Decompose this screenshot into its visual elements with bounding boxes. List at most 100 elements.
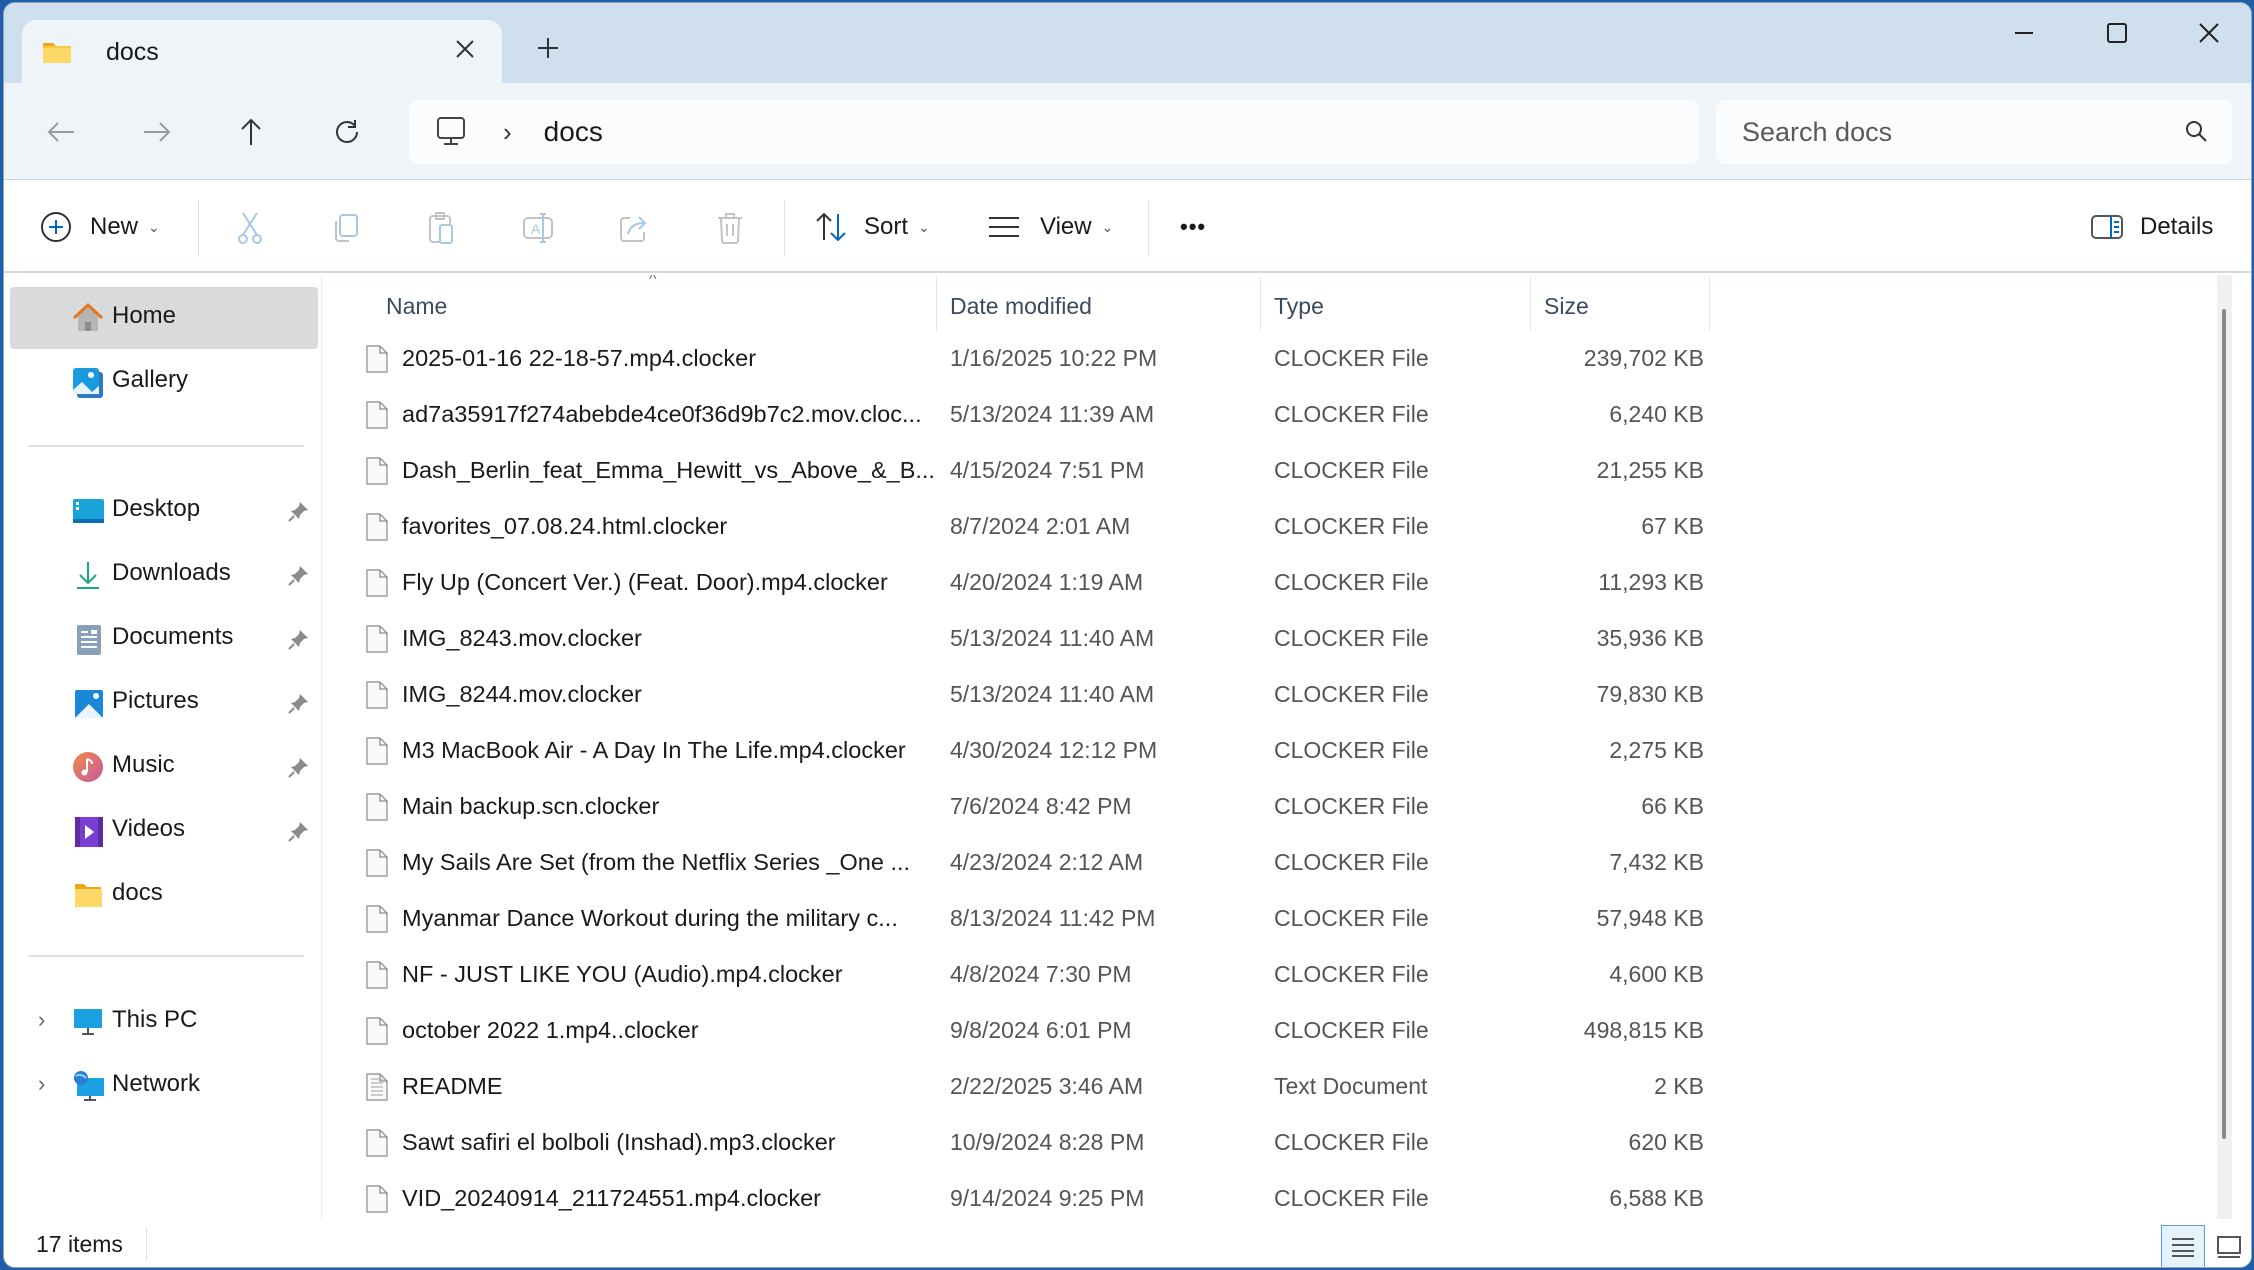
sidebar-item-desktop[interactable]: Desktop	[10, 480, 318, 542]
file-name: Dash_Berlin_feat_Emma_Hewitt_vs_Above_&_…	[402, 457, 935, 483]
divider	[28, 955, 304, 957]
copy-button[interactable]	[328, 210, 364, 246]
forward-button[interactable]	[132, 107, 182, 157]
expand-chevron-icon[interactable]: ›	[38, 1071, 45, 1097]
file-row[interactable]: Main backup.scn.clocker 7/6/2024 8:42 PM C…	[324, 779, 1714, 835]
column-header-type[interactable]: Type	[1274, 275, 1324, 337]
file-row[interactable]: My Sails Are Set (from the Netflix Serie…	[324, 835, 1714, 891]
breadcrumb-separator[interactable]: ›	[503, 117, 512, 148]
file-row[interactable]: VID_20240914_211724551.mp4.clocker 9/14/2…	[324, 1171, 1714, 1219]
close-window-button[interactable]	[2179, 13, 2239, 53]
file-row[interactable]: NF - JUST LIKE YOU (Audio).mp4.clocker 4/…	[324, 947, 1714, 1003]
file-row[interactable]: IMG_8243.mov.clocker 5/13/2024 11:40 AM CL…	[324, 611, 1714, 667]
file-name: favorites_07.08.24.html.clocker	[402, 513, 728, 539]
delete-button[interactable]	[712, 210, 748, 246]
column-header-date[interactable]: Date modified	[950, 275, 1092, 337]
file-icon	[366, 737, 388, 765]
sidebar-item-this-pc[interactable]: › This PC	[10, 991, 318, 1053]
paste-icon	[429, 212, 453, 244]
rename-button[interactable]: A	[520, 210, 556, 246]
file-type: CLOCKER File	[1274, 345, 1429, 371]
file-row[interactable]: october 2022 1.mp4..clocker 9/8/2024 6:01…	[324, 1003, 1714, 1059]
column-resize-handle[interactable]	[1530, 277, 1531, 331]
sidebar-item-gallery[interactable]: Gallery	[10, 351, 318, 413]
breadcrumb-docs[interactable]: docs	[544, 116, 603, 148]
pin-icon[interactable]	[288, 756, 310, 778]
search-input[interactable]: Search docs	[1742, 117, 1892, 148]
file-icon	[366, 401, 388, 429]
sidebar-item-documents[interactable]: Documents	[10, 608, 318, 670]
sidebar-item-label: Music	[112, 751, 175, 778]
sidebar-item-pictures[interactable]: Pictures	[10, 672, 318, 734]
search-box[interactable]: Search docs	[1716, 100, 2232, 164]
file-row[interactable]: 2025-01-16 22-18-57.mp4.clocker 1/16/2025…	[324, 331, 1714, 387]
file-row[interactable]: Fly Up (Concert Ver.) (Feat. Door).mp4.c…	[324, 555, 1714, 611]
scrollbar-thumb[interactable]	[2222, 309, 2226, 1139]
file-icon	[366, 1185, 388, 1213]
pin-icon[interactable]	[288, 820, 310, 842]
column-header-name[interactable]: Name	[386, 275, 447, 337]
pin-icon[interactable]	[288, 628, 310, 650]
column-resize-handle[interactable]	[1260, 277, 1261, 331]
file-row[interactable]: Myanmar Dance Workout during the militar…	[324, 891, 1714, 947]
delete-icon	[718, 213, 742, 244]
file-date-modified: 5/13/2024 11:40 AM	[950, 625, 1155, 651]
arrow-up-icon	[241, 118, 261, 145]
more-options-button[interactable]: •••	[1180, 202, 1206, 252]
file-row[interactable]: Sawt safiri el bolboli (Inshad).mp3.cloc…	[324, 1115, 1714, 1171]
vertical-scrollbar[interactable]	[2217, 275, 2232, 1219]
close-tab-button[interactable]	[450, 36, 480, 66]
minimize-button[interactable]	[1994, 13, 2054, 53]
paste-button[interactable]	[424, 210, 460, 246]
sidebar-item-home[interactable]: Home	[10, 287, 318, 349]
large-icons-view-button[interactable]	[2207, 1225, 2251, 1267]
file-date-modified: 5/13/2024 11:39 AM	[950, 401, 1155, 427]
file-row[interactable]: IMG_8244.mov.clocker 5/13/2024 11:40 AM CL…	[324, 667, 1714, 723]
videos-icon	[75, 817, 103, 847]
details-view-button[interactable]	[2161, 1225, 2205, 1267]
pin-icon[interactable]	[288, 692, 310, 714]
details-pane-button[interactable]: Details	[2090, 202, 2213, 252]
details-label: Details	[2140, 213, 2214, 240]
sidebar-item-label: Pictures	[112, 687, 199, 714]
expand-chevron-icon[interactable]: ›	[38, 1007, 45, 1033]
sort-ascending-icon: ^	[649, 275, 657, 288]
refresh-button[interactable]	[322, 107, 372, 157]
tab-docs[interactable]: docs	[22, 20, 502, 84]
file-size: 57,948 KB	[1596, 905, 1704, 931]
file-row[interactable]: M3 MacBook Air - A Day In The Life.mp4.c…	[324, 723, 1714, 779]
file-name: M3 MacBook Air - A Day In The Life.mp4.c…	[402, 737, 906, 763]
view-button[interactable]: View ⌄	[988, 202, 1113, 252]
column-resize-handle[interactable]	[936, 277, 937, 331]
file-name: IMG_8244.mov.clocker	[402, 681, 642, 707]
address-bar[interactable]: › docs	[409, 100, 1699, 164]
column-resize-handle[interactable]	[1709, 277, 1710, 331]
sidebar-item-videos[interactable]: Videos	[10, 800, 318, 862]
status-bar: 17 items	[4, 1219, 2251, 1267]
column-header-size[interactable]: Size	[1544, 275, 1589, 337]
sidebar-item-network[interactable]: › Network	[10, 1055, 318, 1117]
back-button[interactable]	[36, 107, 86, 157]
share-button[interactable]	[616, 210, 652, 246]
cut-button[interactable]	[232, 210, 268, 246]
sidebar-item-downloads[interactable]: Downloads	[10, 544, 318, 606]
pin-icon[interactable]	[288, 564, 310, 586]
up-button[interactable]	[226, 107, 276, 157]
maximize-button[interactable]	[2087, 13, 2147, 53]
file-icon	[366, 681, 388, 709]
file-row[interactable]: README 2/22/2025 3:46 AM Text Document 2 KB	[324, 1059, 1714, 1115]
file-size: 2 KB	[1654, 1073, 1704, 1099]
pin-icon[interactable]	[288, 500, 310, 522]
file-name: README	[402, 1073, 503, 1099]
sidebar-item-docs[interactable]: docs	[10, 864, 318, 926]
new-tab-button[interactable]	[532, 33, 564, 65]
new-button[interactable]: New ⌄	[40, 202, 160, 252]
file-row[interactable]: favorites_07.08.24.html.clocker 8/7/2024 …	[324, 499, 1714, 555]
sort-button[interactable]: Sort ⌄	[814, 202, 930, 252]
file-row[interactable]: ad7a35917f274abebde4ce0f36d9b7c2.mov.clo…	[324, 387, 1714, 443]
file-row[interactable]: Dash_Berlin_feat_Emma_Hewitt_vs_Above_&_…	[324, 443, 1714, 499]
file-name: Sawt safiri el bolboli (Inshad).mp3.cloc…	[402, 1129, 836, 1155]
sidebar-item-music[interactable]: Music	[10, 736, 318, 798]
file-date-modified: 8/13/2024 11:42 PM	[950, 905, 1156, 931]
file-date-modified: 4/15/2024 7:51 PM	[950, 457, 1145, 483]
